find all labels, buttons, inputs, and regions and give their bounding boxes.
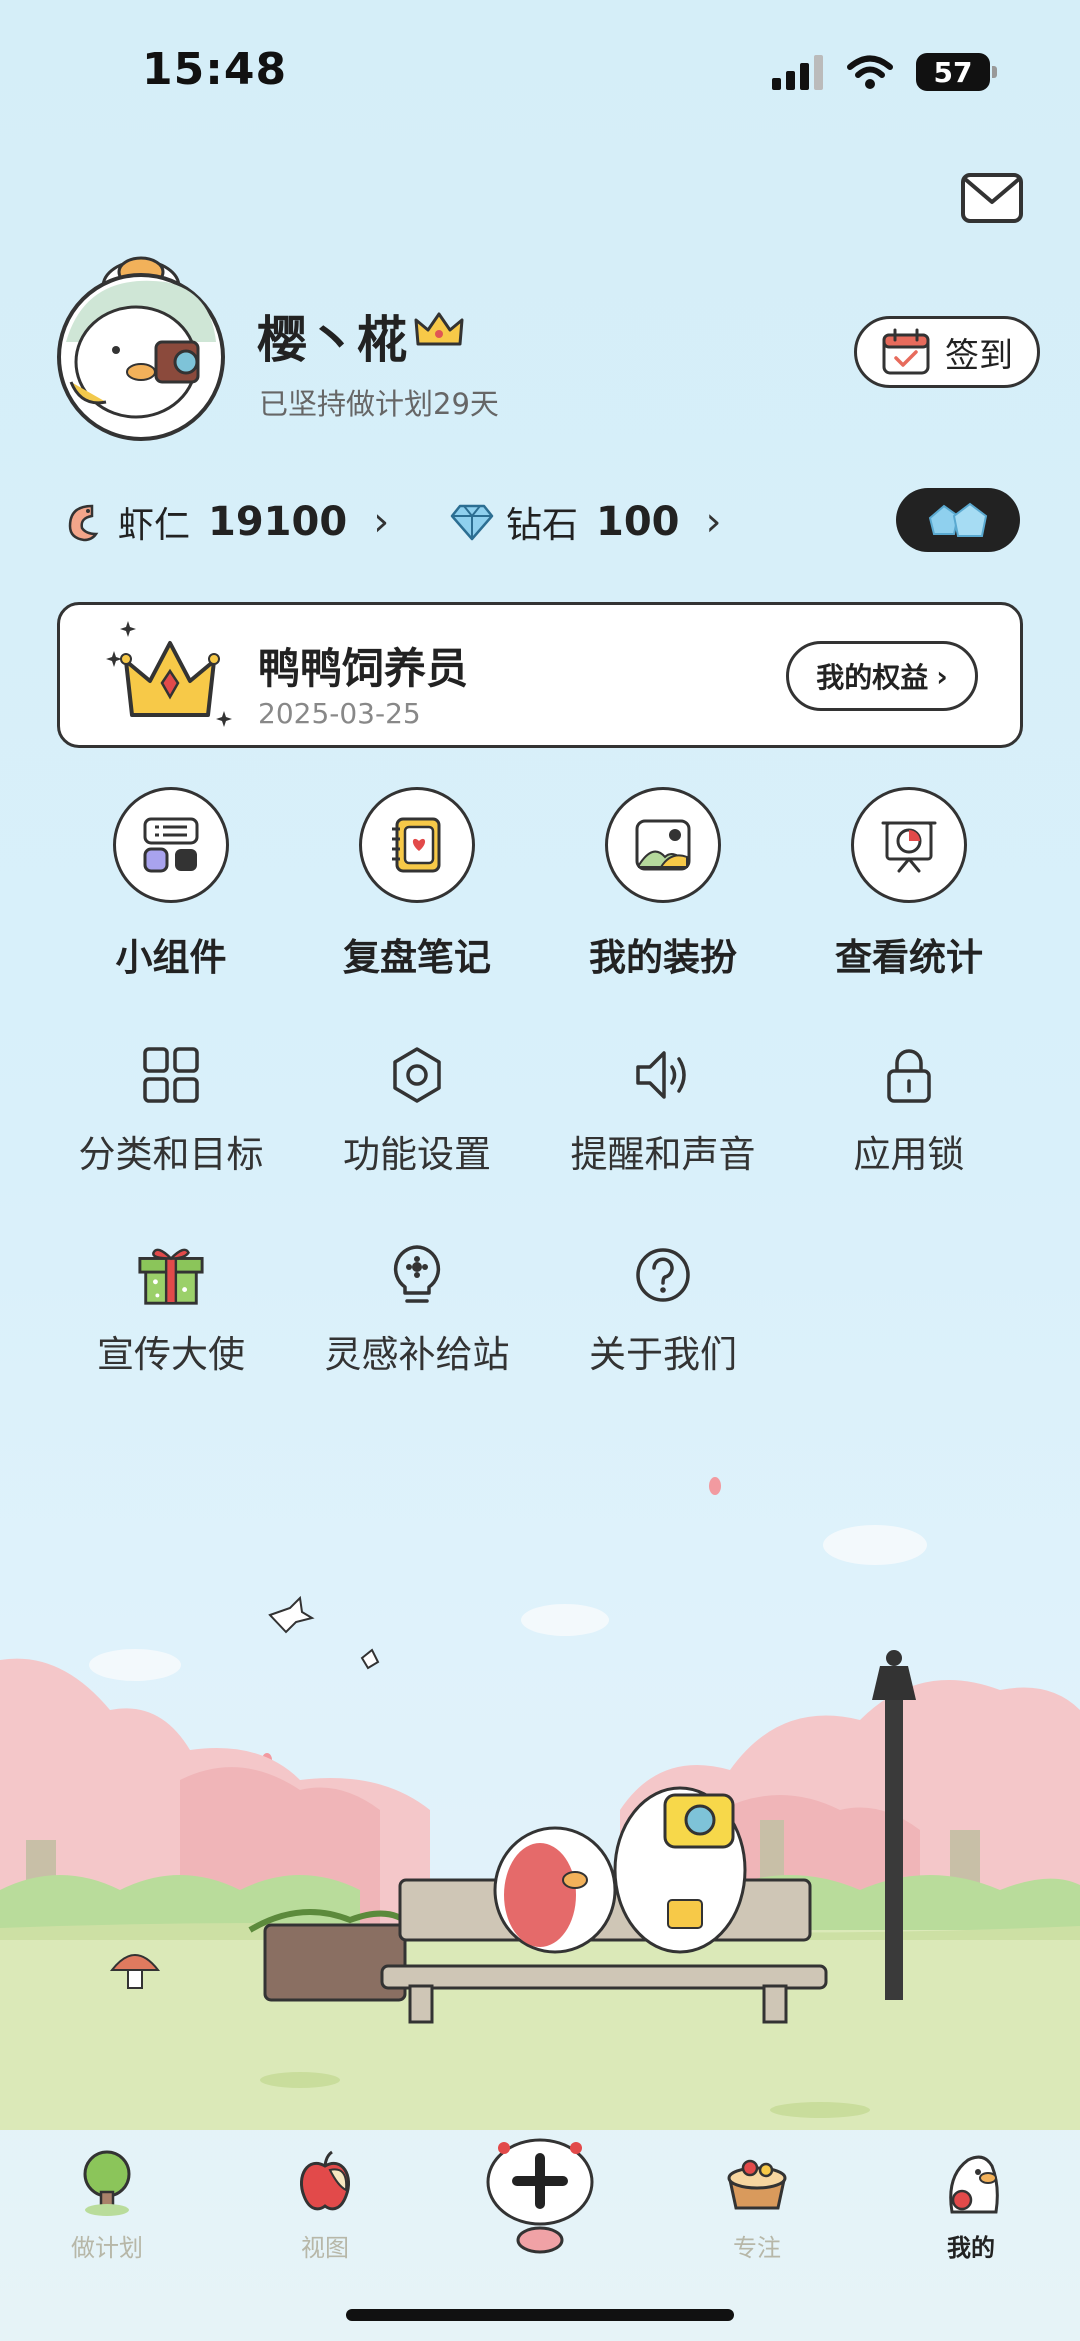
feature-widgets[interactable]: 小组件	[71, 787, 271, 981]
feature-statistics[interactable]: 查看统计	[809, 787, 1009, 981]
apple-icon	[299, 2150, 351, 2211]
my-benefits-button[interactable]: 我的权益 ›	[786, 641, 978, 711]
menu-ambassador[interactable]: 宣传大使	[61, 1240, 281, 1378]
shrimp-value: 19100	[208, 499, 348, 545]
wifi-icon	[847, 55, 893, 89]
menu-about-us[interactable]: 关于我们	[553, 1240, 773, 1378]
gift-icon	[136, 1240, 206, 1310]
signal-icon	[772, 55, 823, 90]
vip-date: 2025-03-25	[258, 697, 421, 730]
nav-label: 视图	[301, 2234, 349, 2262]
menu-label: 功能设置	[343, 1133, 491, 1176]
grid-icon	[136, 1040, 206, 1110]
gems-icon	[928, 502, 988, 537]
menu-label: 宣传大使	[97, 1333, 245, 1376]
nav-focus[interactable]: 专注	[682, 2146, 832, 2263]
picture-icon	[605, 787, 721, 903]
menu-categories-goals[interactable]: 分类和目标	[61, 1040, 281, 1178]
cake-icon	[727, 2159, 787, 2210]
presentation-chart-icon	[851, 787, 967, 903]
lock-icon	[874, 1040, 944, 1110]
add-duck-icon	[486, 2138, 594, 2254]
home-indicator[interactable]	[346, 2309, 734, 2321]
menu-app-lock[interactable]: 应用锁	[799, 1040, 1019, 1178]
park-scene-illustration	[0, 1477, 1080, 2130]
duck-profile-icon	[949, 2155, 999, 2214]
battery-indicator: 57	[916, 53, 997, 91]
status-time: 15:48	[142, 44, 288, 95]
shrimp-balance[interactable]: 虾仁 19100 ›	[62, 492, 389, 552]
diamond-icon	[450, 504, 494, 541]
avatar[interactable]	[46, 232, 236, 444]
question-icon	[628, 1240, 698, 1310]
diamond-label: 钻石	[506, 505, 579, 546]
nav-label: 专注	[733, 2234, 781, 2262]
tree-icon	[83, 2150, 131, 2216]
feature-label: 我的装扮	[589, 936, 737, 979]
crown-icon	[414, 312, 464, 346]
shrimp-label: 虾仁	[118, 505, 191, 546]
signin-label: 签到	[945, 335, 1013, 376]
feature-my-outfits[interactable]: 我的装扮	[563, 787, 763, 981]
menu-label: 灵感补给站	[324, 1333, 510, 1376]
nav-label: 做计划	[71, 2234, 143, 2262]
bottom-nav: 做计划 视图 专注 我的	[0, 2130, 1080, 2280]
menu-label: 关于我们	[589, 1333, 737, 1376]
shrimp-icon	[68, 504, 99, 542]
feature-label: 复盘笔记	[343, 936, 491, 979]
streak-text: 已坚持做计划29天	[259, 387, 499, 421]
nav-plan[interactable]: 做计划	[32, 2146, 182, 2263]
menu-label: 分类和目标	[78, 1133, 264, 1176]
feature-label: 小组件	[115, 936, 227, 979]
settings-hexagon-icon	[382, 1040, 452, 1110]
nav-view[interactable]: 视图	[250, 2146, 400, 2263]
gem-shop-button[interactable]	[896, 488, 1020, 552]
vip-card[interactable]: 鸭鸭饲养员 2025-03-25 我的权益 ›	[57, 602, 1023, 748]
chevron-right-icon: ›	[373, 499, 390, 545]
menu-label: 提醒和声音	[570, 1133, 756, 1176]
vip-title: 鸭鸭饲养员	[258, 644, 469, 693]
feature-review-notes[interactable]: 复盘笔记	[317, 787, 517, 981]
chevron-right-icon: ›	[936, 659, 948, 693]
notebook-icon	[359, 787, 475, 903]
menu-label: 应用锁	[853, 1133, 965, 1176]
feature-label: 查看统计	[835, 936, 983, 979]
status-icons: 57	[772, 50, 997, 94]
mail-icon[interactable]	[960, 170, 1024, 226]
widgets-icon	[113, 787, 229, 903]
menu-inspiration-station[interactable]: 灵感补给站	[307, 1240, 527, 1378]
diamond-balance[interactable]: 钻石 100 ›	[450, 492, 722, 552]
menu-function-settings[interactable]: 功能设置	[307, 1040, 527, 1178]
speaker-icon	[628, 1040, 698, 1110]
calendar-icon	[882, 328, 930, 375]
nav-mine[interactable]: 我的	[896, 2146, 1046, 2263]
my-benefits-label: 我的权益	[816, 661, 929, 694]
nav-label: 我的	[947, 2233, 995, 2262]
diamond-value: 100	[596, 499, 680, 545]
crown-icon	[106, 621, 232, 727]
signin-button[interactable]: 签到	[854, 316, 1040, 388]
chevron-right-icon: ›	[705, 499, 722, 545]
profile-name: 樱丶椛	[257, 311, 407, 369]
add-plan-button[interactable]	[484, 2136, 596, 2256]
menu-reminders-sound[interactable]: 提醒和声音	[553, 1040, 773, 1178]
lightbulb-icon	[382, 1240, 452, 1310]
